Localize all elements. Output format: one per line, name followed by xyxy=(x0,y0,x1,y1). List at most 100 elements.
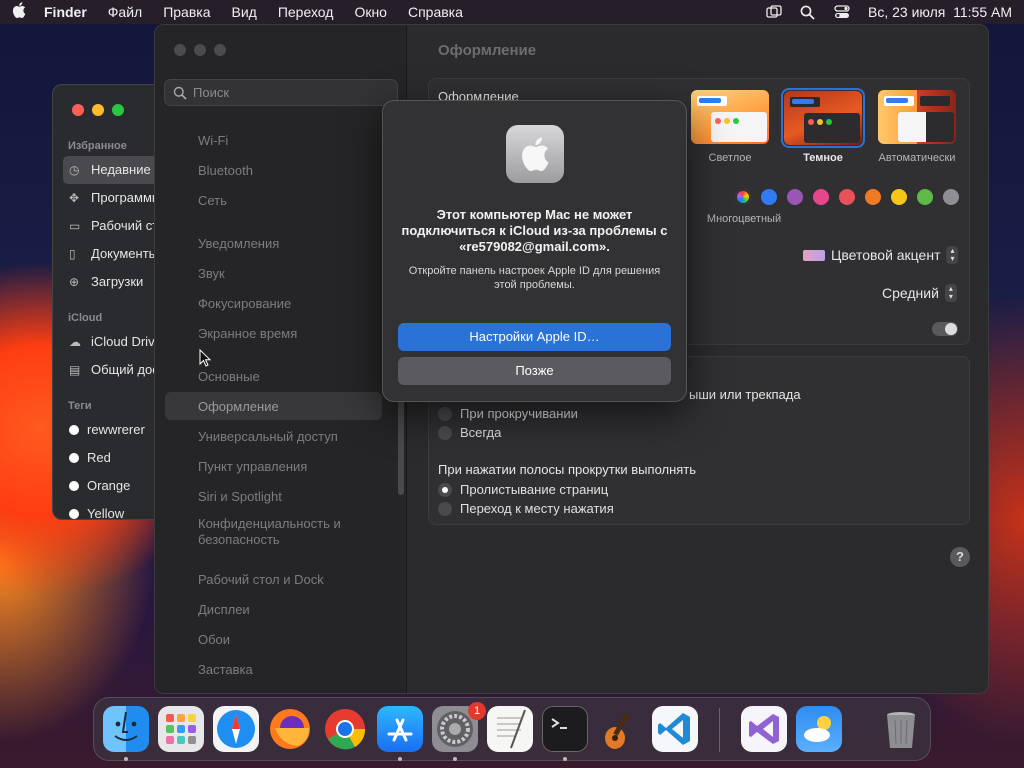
apple-logo-icon[interactable] xyxy=(12,1,26,23)
zoom-button[interactable] xyxy=(112,104,124,116)
menu-view[interactable]: Вид xyxy=(232,4,257,20)
accent-color-swatch[interactable] xyxy=(865,189,881,205)
minimize-button[interactable] xyxy=(92,104,104,116)
sidebar-item-focus[interactable]: Фокусирование xyxy=(198,296,291,311)
radio-button[interactable] xyxy=(438,501,452,516)
sidebar-item-control-center[interactable]: Пункт управления xyxy=(198,459,307,474)
menu-app-finder[interactable]: Finder xyxy=(44,4,87,20)
menu-go[interactable]: Переход xyxy=(278,4,334,20)
safari-dock-icon[interactable] xyxy=(213,706,259,752)
sidebar-icon-size-popup[interactable]: Средний ▴ ▾ xyxy=(882,284,957,302)
finder-tag-item[interactable]: Yellow xyxy=(69,506,124,519)
sidebar-item-wallpaper[interactable]: Обои xyxy=(198,632,230,647)
sidebar-item-accessibility[interactable]: Универсальный доступ xyxy=(198,429,338,444)
help-button[interactable]: ? xyxy=(950,547,970,567)
launchpad-dock-icon[interactable] xyxy=(158,706,204,752)
appearance-auto-caption: Автоматически xyxy=(878,152,956,164)
sidebar-item-bluetooth[interactable]: Bluetooth xyxy=(198,163,253,178)
sidebar-item-wifi[interactable]: Wi-Fi xyxy=(198,133,228,148)
accent-color-swatch[interactable] xyxy=(891,189,907,205)
sidebar-item-desktop-dock[interactable]: Рабочий стол и Dock xyxy=(198,572,324,587)
minimize-button[interactable] xyxy=(194,44,206,56)
accent-color-swatch[interactable] xyxy=(813,189,829,205)
click-option-next-page[interactable]: Пролистывание страниц xyxy=(438,482,608,497)
tag-dot-icon xyxy=(69,508,79,519)
terminal-dock-icon[interactable] xyxy=(542,706,588,752)
finder-item-documents[interactable]: ▯ Документы xyxy=(69,246,158,261)
finder-item-downloads[interactable]: ⊕ Загрузки xyxy=(69,274,143,289)
finder-item-shared[interactable]: ▤Общий доступ xyxy=(69,362,161,377)
menu-file[interactable]: Файл xyxy=(108,4,142,20)
menu-help[interactable]: Справка xyxy=(408,4,463,20)
appearance-dark-option[interactable] xyxy=(784,91,862,145)
app-store-dock-icon[interactable] xyxy=(377,706,423,752)
thumb-window xyxy=(898,112,926,142)
finder-item-desktop[interactable]: ▭Рабочий стол xyxy=(69,218,161,233)
sidebar-item-siri-spotlight[interactable]: Siri и Spotlight xyxy=(198,489,282,504)
apple-logo-icon xyxy=(506,125,564,183)
close-button[interactable] xyxy=(72,104,84,116)
dialog-title: Этот компьютер Mac не может подключиться… xyxy=(401,207,668,254)
finder-item-applications[interactable]: ✥ Программы xyxy=(69,190,161,205)
finder-dock-icon[interactable] xyxy=(103,706,149,752)
running-indicator xyxy=(124,757,128,761)
settings-window-controls xyxy=(174,44,226,56)
finder-item-recents[interactable]: ◷ Недавние xyxy=(69,162,151,177)
sidebar-scrollbar[interactable] xyxy=(398,400,404,495)
finder-tag-item[interactable]: Red xyxy=(69,450,111,465)
garageband-dock-icon[interactable] xyxy=(597,706,643,752)
sidebar-item-screensaver[interactable]: Заставка xyxy=(198,662,253,677)
menu-edit[interactable]: Правка xyxy=(163,4,210,20)
finder-tag-item[interactable]: rewwrerer xyxy=(69,422,145,437)
trash-dock-icon[interactable] xyxy=(878,706,924,752)
scroll-option-when-scrolling[interactable]: При прокручивании xyxy=(438,406,578,421)
sidebar-item-notifications[interactable]: Уведомления xyxy=(198,236,279,251)
finder-window[interactable]: Избранное ◷ Недавние ✥ Программы ▭ Рабочий … xyxy=(52,84,162,520)
firefox-dock-icon[interactable] xyxy=(267,706,313,752)
appearance-light-caption: Светлое xyxy=(708,152,752,164)
accent-color-swatch[interactable] xyxy=(787,189,803,205)
menu-bar: Finder Файл Правка Вид Переход Окно Спра… xyxy=(0,0,1024,24)
search-icon[interactable] xyxy=(800,5,816,20)
vscode-dock-icon[interactable] xyxy=(652,706,698,752)
accent-multicolor-swatch[interactable] xyxy=(735,189,751,205)
accent-color-swatch[interactable] xyxy=(839,189,855,205)
finder-item-icloud-drive[interactable]: ☁ iCloud Drive xyxy=(69,334,161,349)
wallpaper-tinting-toggle[interactable] xyxy=(932,322,958,336)
later-button[interactable]: Позже xyxy=(398,357,671,385)
sidebar-item-appearance[interactable]: Оформление xyxy=(198,399,279,414)
accent-color-swatch[interactable] xyxy=(761,189,777,205)
shared-folder-icon: ▤ xyxy=(69,362,81,377)
sidebar-item-displays[interactable]: Дисплеи xyxy=(198,602,250,617)
close-button[interactable] xyxy=(174,44,186,56)
chrome-dock-icon[interactable] xyxy=(322,706,368,752)
control-center-icon[interactable] xyxy=(834,5,850,19)
thumb-accent-bar xyxy=(699,98,721,103)
menu-clock[interactable]: Вс, 23 июля 11:55 AM xyxy=(868,4,1012,20)
document-icon: ▯ xyxy=(69,246,76,261)
accent-color-swatch[interactable] xyxy=(943,189,959,205)
sidebar-item-network[interactable]: Сеть xyxy=(198,193,227,208)
scroll-option-always[interactable]: Всегда xyxy=(438,425,501,440)
visual-studio-dock-icon[interactable] xyxy=(741,706,787,752)
radio-button[interactable] xyxy=(438,406,452,421)
thumb-window-bar xyxy=(920,96,950,106)
finder-tag-item[interactable]: Orange xyxy=(69,478,130,493)
radio-button[interactable] xyxy=(438,482,452,497)
sidebar-item-sound[interactable]: Звук xyxy=(198,266,225,281)
settings-search-field[interactable]: Поиск xyxy=(164,79,398,106)
weather-dock-icon[interactable] xyxy=(796,706,842,752)
textedit-dock-icon[interactable] xyxy=(487,706,533,752)
click-option-jump[interactable]: Переход к месту нажатия xyxy=(438,501,614,516)
zoom-button[interactable] xyxy=(214,44,226,56)
sidebar-item-screen-time[interactable]: Экранное время xyxy=(198,326,297,341)
appearance-light-option[interactable] xyxy=(691,90,769,144)
highlight-color-popup[interactable]: Цветовой акцент ▴ ▾ xyxy=(803,246,959,264)
window-mirror-icon[interactable] xyxy=(766,5,782,19)
menu-window[interactable]: Окно xyxy=(354,4,387,20)
radio-button[interactable] xyxy=(438,425,452,440)
appearance-auto-option[interactable] xyxy=(878,90,956,144)
sidebar-item-privacy[interactable]: Конфиденциальность и безопасность xyxy=(198,516,368,548)
accent-color-swatch[interactable] xyxy=(917,189,933,205)
apple-id-settings-button[interactable]: Настройки Apple ID… xyxy=(398,323,671,351)
